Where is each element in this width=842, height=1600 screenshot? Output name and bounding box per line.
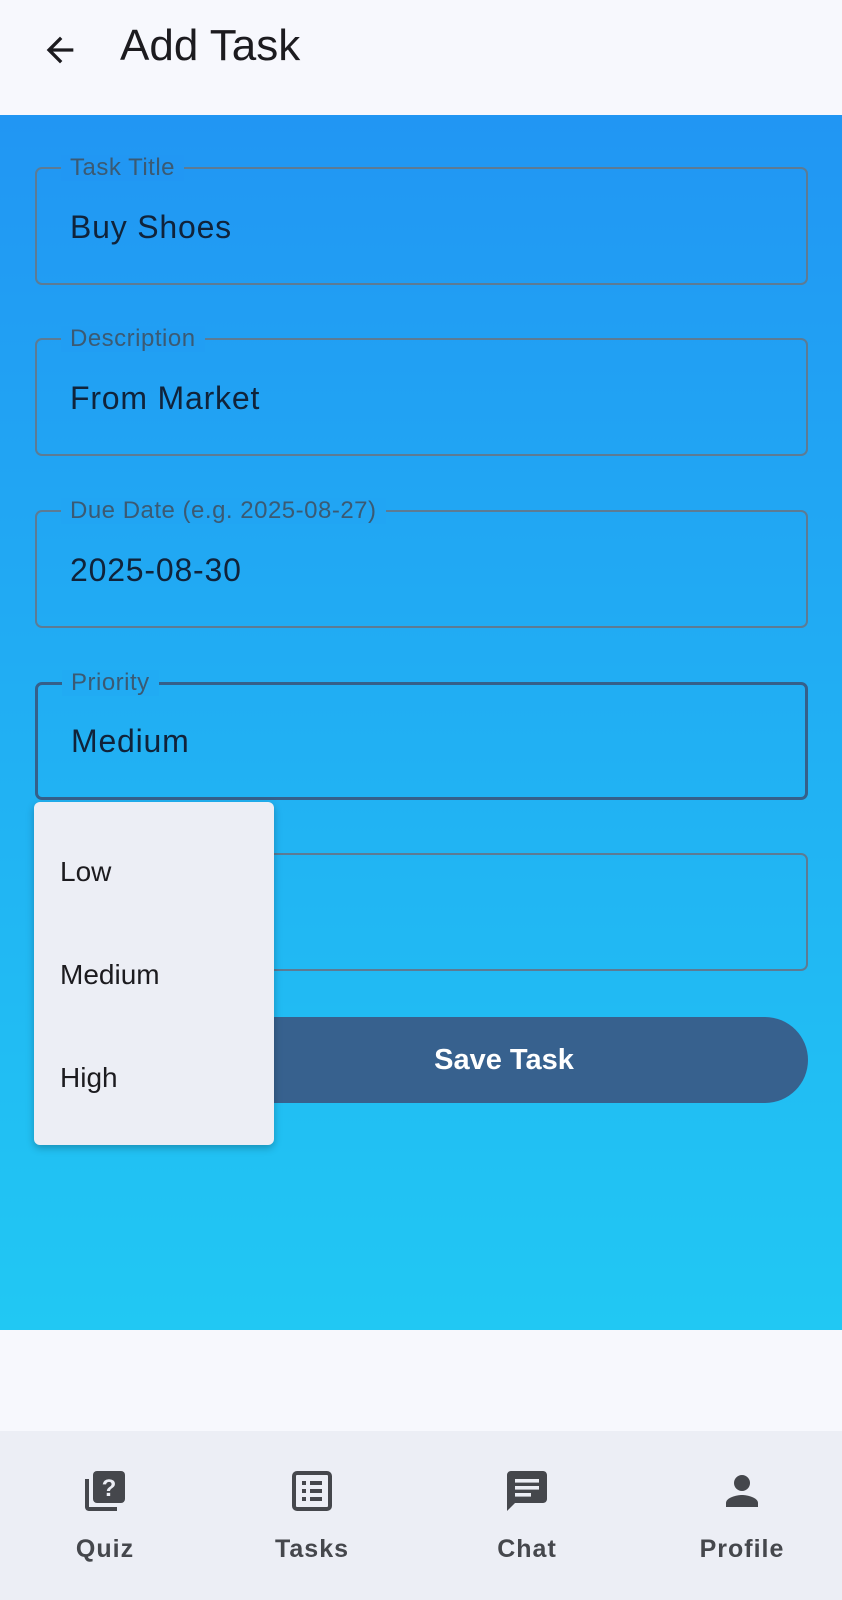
- priority-value: Medium: [71, 723, 190, 759]
- bottom-navigation: ? Quiz Tasks Chat Profile: [0, 1431, 842, 1600]
- priority-dropdown[interactable]: Priority Medium: [35, 670, 808, 800]
- arrow-back-icon: [46, 36, 74, 64]
- list-icon: [292, 1471, 332, 1511]
- description-value: From Market: [70, 380, 261, 416]
- description-label: Description: [61, 326, 205, 352]
- quiz-icon: ?: [85, 1471, 125, 1511]
- svg-text:?: ?: [102, 1475, 117, 1502]
- task-title-label: Task Title: [61, 155, 185, 181]
- nav-label-chat: Chat: [497, 1535, 557, 1563]
- page-title: Add Task: [120, 21, 301, 70]
- chat-icon: [507, 1471, 547, 1511]
- nav-item-profile[interactable]: Profile: [637, 1431, 842, 1600]
- nav-item-chat[interactable]: Chat: [422, 1431, 632, 1600]
- due-date-label: Due Date (e.g. 2025-08-27): [61, 498, 386, 524]
- nav-item-quiz[interactable]: ? Quiz: [0, 1431, 210, 1600]
- save-task-button[interactable]: Save Task: [210, 1017, 808, 1103]
- save-task-label: Save Task: [434, 1043, 574, 1076]
- due-date-field[interactable]: Due Date (e.g. 2025-08-27) 2025-08-30: [35, 498, 808, 628]
- priority-option-high[interactable]: High: [60, 1062, 118, 1094]
- priority-menu: Low Medium High: [34, 802, 274, 1145]
- form-area: Task Title Buy Shoes Description From Ma…: [0, 115, 842, 1330]
- nav-label-tasks: Tasks: [274, 1535, 350, 1563]
- nav-item-tasks[interactable]: Tasks: [207, 1431, 417, 1600]
- back-button[interactable]: [36, 26, 84, 74]
- nav-label-profile: Profile: [699, 1535, 785, 1563]
- person-icon: [726, 1475, 758, 1507]
- priority-option-medium[interactable]: Medium: [60, 959, 160, 991]
- description-field[interactable]: Description From Market: [35, 326, 808, 456]
- app-bar: Add Task: [0, 0, 842, 115]
- task-title-value: Buy Shoes: [70, 209, 232, 245]
- nav-label-quiz: Quiz: [75, 1535, 135, 1563]
- priority-label: Priority: [62, 670, 159, 696]
- due-date-value: 2025-08-30: [70, 552, 242, 588]
- priority-option-low[interactable]: Low: [60, 856, 111, 888]
- task-title-field[interactable]: Task Title Buy Shoes: [35, 155, 808, 285]
